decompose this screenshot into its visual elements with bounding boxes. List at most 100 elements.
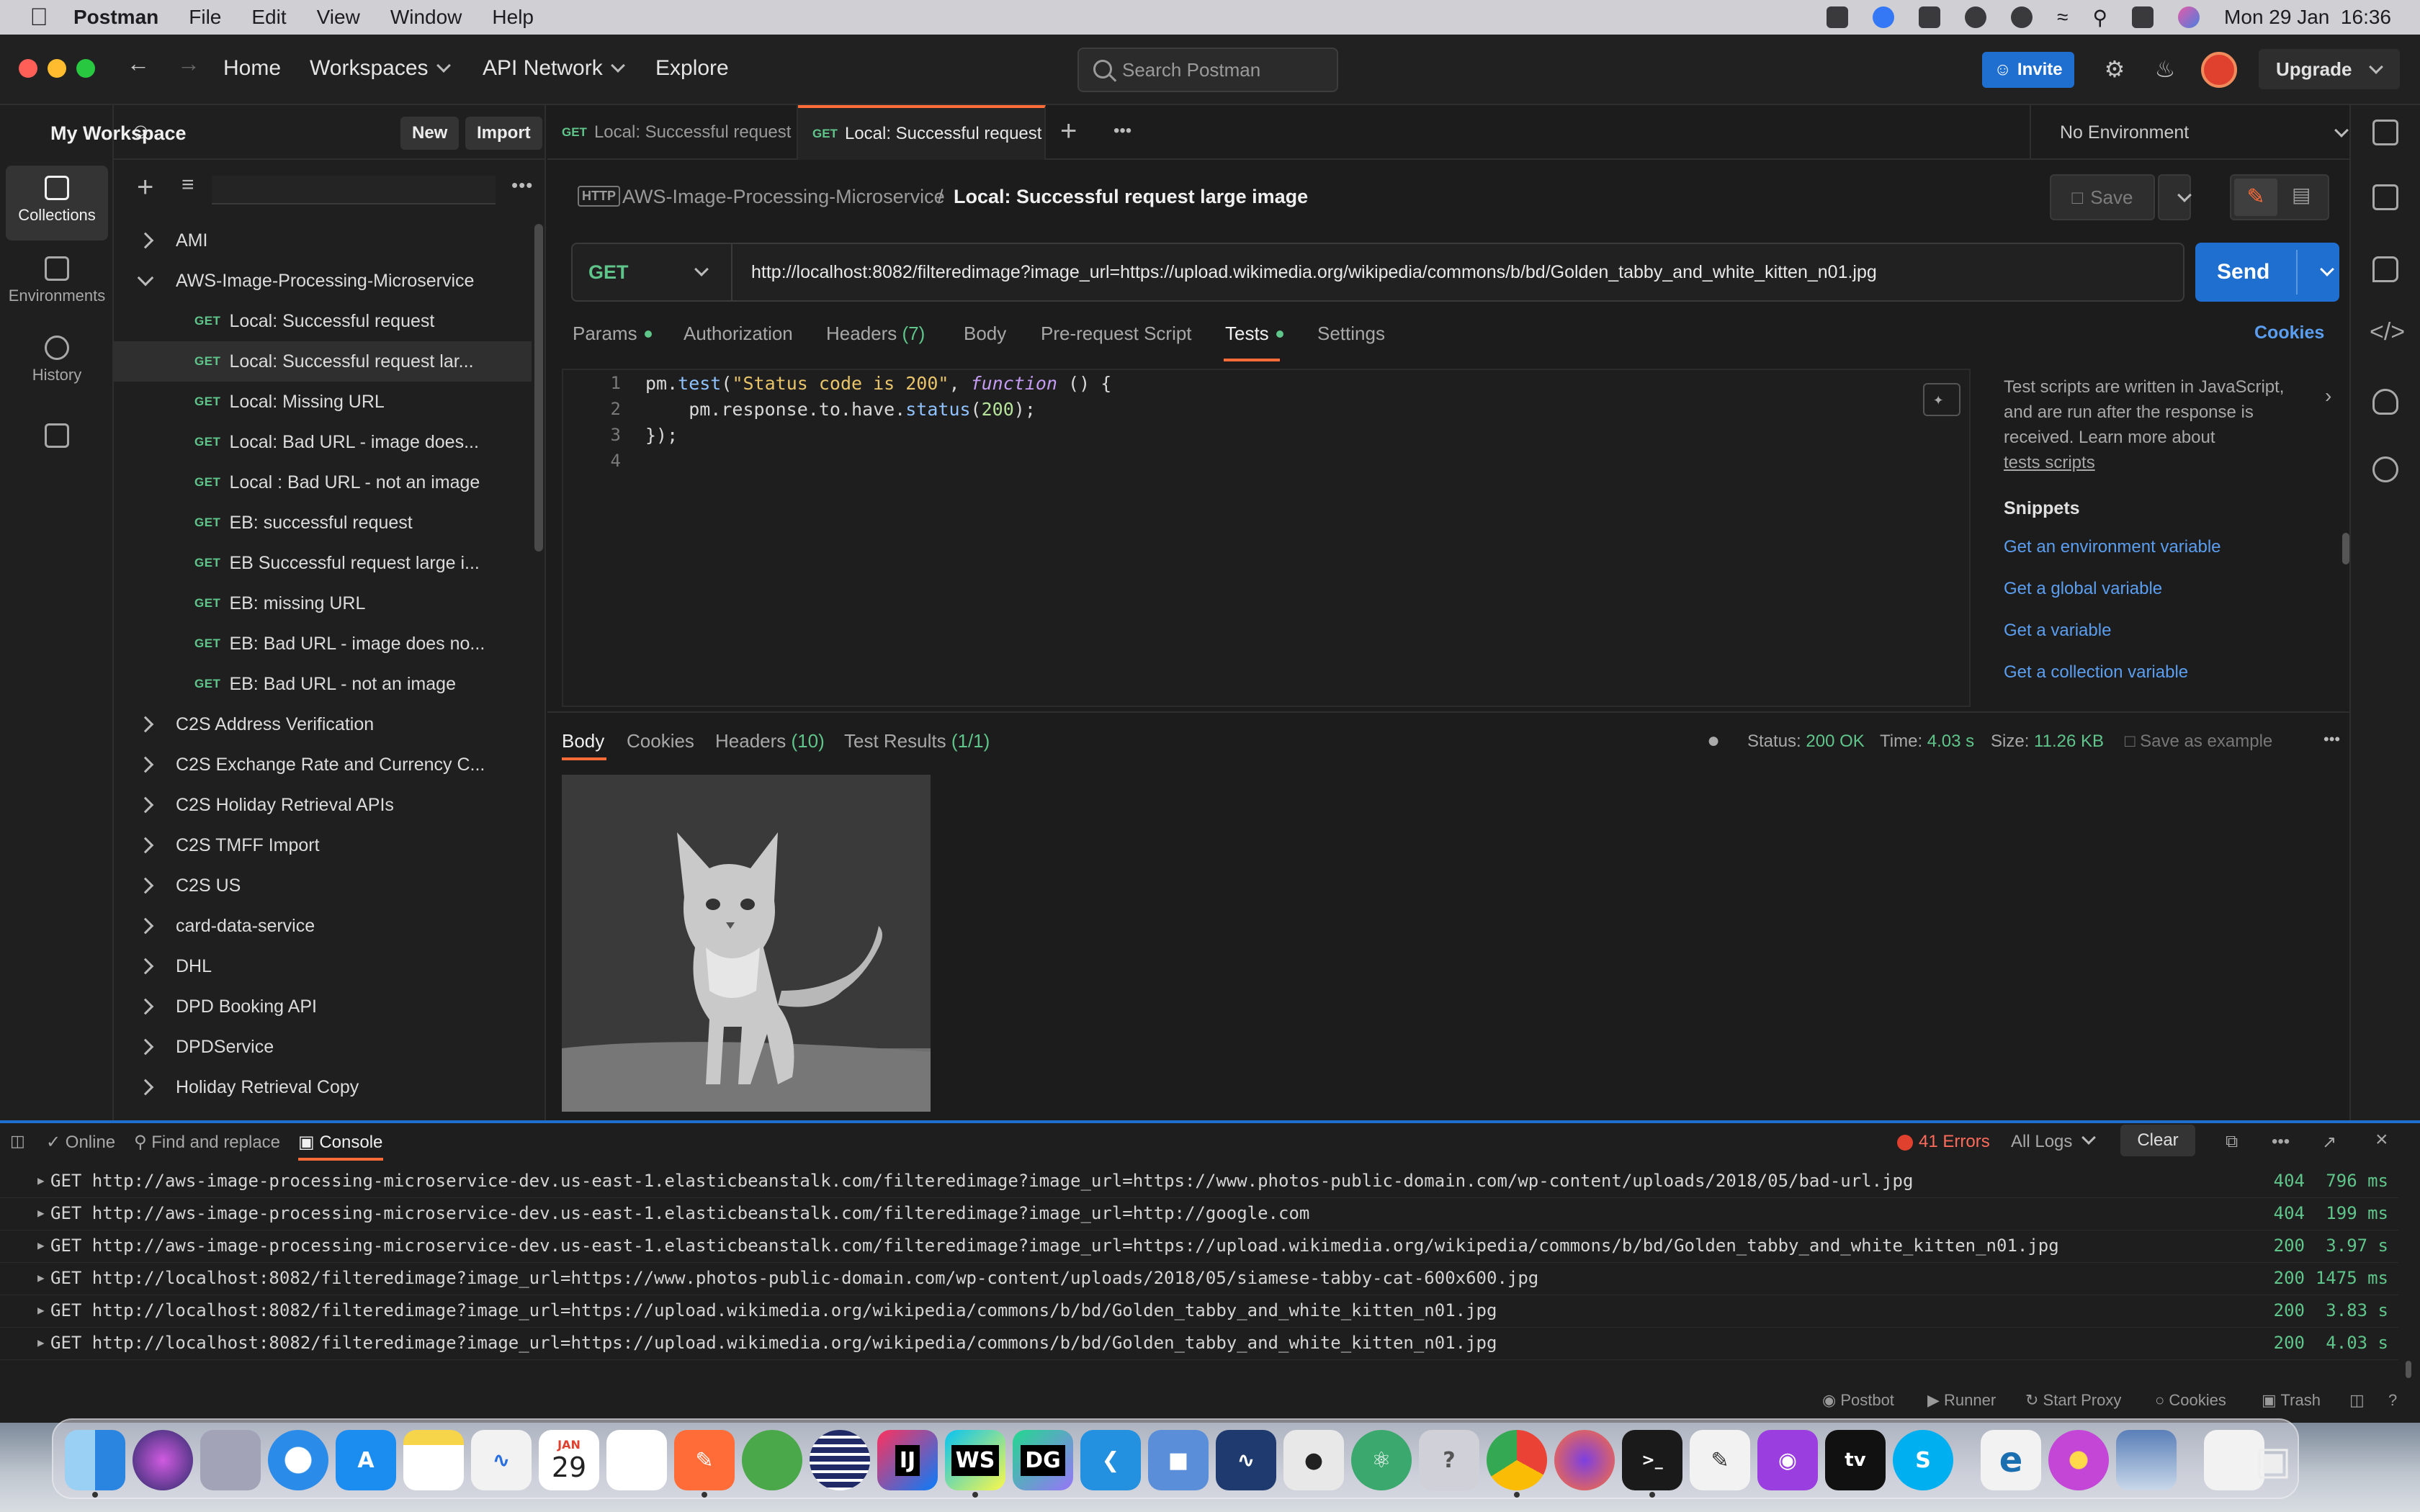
console-log-row[interactable]: ▶ GET http://aws-image-processing-microse… — [0, 1228, 2398, 1263]
edge-icon[interactable]: e — [1981, 1430, 2041, 1490]
chevron-right-icon[interactable] — [137, 756, 154, 773]
apple-tv-icon[interactable]: tv — [1825, 1430, 1886, 1490]
expand-triangle-icon[interactable]: ▶ — [37, 1206, 45, 1220]
url-input[interactable]: http://localhost:8082/filteredimage?imag… — [751, 244, 1877, 300]
send-button[interactable]: Send — [2195, 243, 2339, 302]
snippet-global-variable[interactable]: Get a global variable — [2004, 579, 2162, 599]
firefox-icon[interactable] — [1554, 1430, 1615, 1490]
request-item[interactable]: GET Local: Missing URL — [114, 382, 532, 422]
textedit-icon[interactable]: ✎ — [1690, 1430, 1750, 1490]
snippet-collection-variable[interactable]: Get a collection variable — [2004, 662, 2188, 683]
siri-icon[interactable] — [2178, 6, 2200, 28]
chevron-right-icon[interactable] — [137, 958, 154, 975]
sequel-pro-icon[interactable]: ● — [1283, 1430, 1344, 1490]
tab-authorization[interactable]: Authorization — [684, 323, 793, 345]
request-item[interactable]: GET Local : Bad URL - not an image — [114, 462, 532, 503]
reminders-icon[interactable] — [606, 1430, 667, 1490]
import-button[interactable]: Import — [465, 117, 542, 150]
beautify-button[interactable]: ✦ — [1923, 383, 1960, 416]
collection-item[interactable]: C2S Address Verification — [114, 704, 532, 744]
skype-icon[interactable]: S — [1893, 1430, 1953, 1490]
edit-pencil-icon[interactable]: ✎ — [2234, 179, 2277, 216]
collection-item[interactable]: C2S US — [114, 865, 532, 906]
info-icon[interactable] — [1873, 6, 1895, 28]
chevron-right-icon[interactable] — [137, 232, 154, 249]
snippet-variable[interactable]: Get a variable — [2004, 621, 2111, 641]
finder-icon[interactable] — [65, 1430, 125, 1490]
headphones-icon[interactable] — [2011, 6, 2033, 28]
postbot-button[interactable]: ◉ Postbot — [1822, 1391, 1894, 1410]
online-status[interactable]: ✓ Online — [46, 1132, 115, 1153]
spotlight-icon[interactable]: ⚲ — [2093, 6, 2108, 30]
comments-icon[interactable] — [2372, 256, 2398, 282]
clear-console-button[interactable]: Clear — [2120, 1125, 2195, 1156]
response-tab-headers[interactable]: Headers (10) — [715, 730, 825, 752]
chevron-right-icon[interactable] — [137, 877, 154, 894]
search-input[interactable]: Search Postman — [1077, 48, 1338, 92]
chrome-icon[interactable] — [1487, 1430, 1547, 1490]
rail-configure[interactable] — [6, 416, 108, 459]
tab-request-2[interactable]: GET Local: Successful request — [798, 105, 1046, 160]
help-app-icon[interactable]: ? — [1419, 1430, 1479, 1490]
console-log-row[interactable]: ▶ GET http://localhost:8082/filteredimage… — [0, 1293, 2398, 1328]
save-button[interactable]: □ Save — [2050, 174, 2155, 220]
all-logs-dropdown[interactable]: All Logs — [2011, 1130, 2097, 1152]
tab-headers[interactable]: Headers (7) — [826, 323, 925, 345]
request-item[interactable]: GET EB: Bad URL - image does no... — [114, 624, 532, 664]
eclipse-icon[interactable] — [810, 1430, 870, 1490]
nav-api-network[interactable]: API Network — [483, 56, 625, 81]
menu-file[interactable]: File — [189, 6, 221, 29]
calendar-icon[interactable]: JAN 29 — [539, 1430, 599, 1490]
chevron-right-icon[interactable] — [137, 796, 154, 814]
new-button[interactable]: New — [400, 117, 460, 150]
response-tab-test-results[interactable]: Test Results (1/1) — [844, 730, 990, 752]
invite-button[interactable]: ☺ Invite — [1982, 52, 2074, 88]
menu-help[interactable]: Help — [492, 6, 534, 29]
upgrade-button[interactable]: Upgrade — [2259, 49, 2400, 89]
add-collection-icon[interactable]: + — [137, 171, 153, 203]
documentation-icon[interactable] — [2372, 184, 2398, 210]
preview-icon[interactable] — [2116, 1430, 2177, 1490]
notes-icon[interactable] — [403, 1430, 464, 1490]
console-tab[interactable]: ▣ Console — [298, 1132, 382, 1153]
tab-tests[interactable]: Tests — [1225, 323, 1283, 345]
status-app-icon[interactable] — [1827, 6, 1849, 28]
collection-item[interactable]: AMI — [114, 220, 532, 261]
errors-count[interactable]: 41 Errors — [1897, 1132, 1990, 1152]
cookies-button[interactable]: ○ Cookies — [2155, 1391, 2226, 1410]
lightbulb-icon[interactable] — [2372, 389, 2398, 415]
collection-item[interactable]: AWS-Image-Processing-Microservice — [114, 261, 532, 301]
console-more-icon[interactable]: ••• — [2272, 1132, 2290, 1152]
start-proxy-button[interactable]: ↻ Start Proxy — [2025, 1391, 2121, 1410]
more-options-icon[interactable]: ••• — [511, 174, 533, 197]
chevron-right-icon[interactable] — [137, 1038, 154, 1056]
postman-app-icon[interactable]: ✎ — [674, 1430, 735, 1490]
menu-app[interactable]: Postman — [73, 6, 158, 29]
webstorm-icon[interactable]: WS — [945, 1430, 1005, 1490]
safari-icon[interactable] — [268, 1430, 328, 1490]
collection-item[interactable]: C2S Holiday Retrieval APIs — [114, 785, 532, 825]
expand-triangle-icon[interactable]: ▶ — [37, 1336, 45, 1349]
app-store-icon[interactable]: A — [336, 1430, 396, 1490]
filter-input[interactable] — [212, 176, 496, 204]
method-select[interactable]: GET — [573, 244, 732, 300]
wifi-icon[interactable]: ≈ — [2057, 6, 2068, 29]
mysql-workbench-icon[interactable]: ∿ — [1216, 1430, 1276, 1490]
rail-history[interactable]: History — [6, 325, 108, 400]
launchpad-icon[interactable] — [200, 1430, 261, 1490]
send-dropdown-chevron-icon[interactable] — [2320, 262, 2334, 276]
edit-comment-toggle[interactable]: ✎ ▤ — [2230, 174, 2329, 220]
collection-item[interactable]: DHL — [114, 946, 532, 986]
chevron-down-icon[interactable] — [137, 269, 154, 287]
runner-button[interactable]: ▶ Runner — [1927, 1391, 1996, 1410]
breadcrumb-collection[interactable]: AWS-Image-Processing-Microservice — [622, 186, 945, 208]
tests-script-editor[interactable]: 1 2 3 4 pm.test("Status code is 200", fu… — [562, 369, 1971, 707]
globe-icon[interactable]: ● — [1707, 729, 1720, 753]
find-replace-button[interactable]: ⚲ Find and replace — [134, 1132, 280, 1153]
info-circle-icon[interactable] — [2372, 456, 2398, 482]
collection-item[interactable]: card-data-service — [114, 906, 532, 946]
tab-more-icon[interactable]: ••• — [1113, 121, 1131, 141]
minimize-window-button[interactable] — [48, 59, 66, 78]
virtualbox-icon[interactable]: ■ — [1148, 1430, 1209, 1490]
tab-request-1[interactable]: GET Local: Successful request — [547, 105, 798, 160]
